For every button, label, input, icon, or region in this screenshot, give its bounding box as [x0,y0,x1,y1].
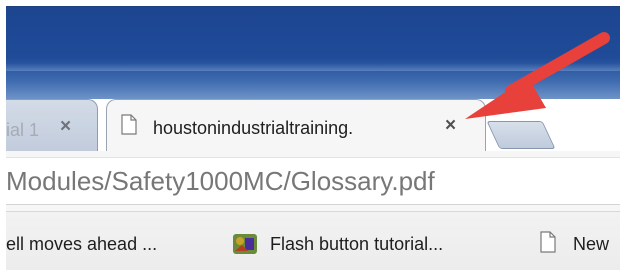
new-tab-button[interactable] [486,121,556,149]
file-icon [540,231,556,253]
tab-active-close-icon[interactable]: × [445,115,456,137]
flash-favicon-icon [233,234,257,254]
address-bar[interactable]: Modules/Safety1000MC/Glossary.pdf [6,157,620,205]
tab-active-title: houstonindustrialtraining. [153,118,354,138]
tab-active[interactable]: houstonindustrialtraining. × [106,99,486,151]
title-bar [6,7,620,99]
bookmark-item-3[interactable]: New [573,234,609,255]
bookmark-item-1[interactable]: ell moves ahead ... [6,234,157,255]
tab-inactive[interactable]: ial 1 × [6,99,98,151]
bookmark-item-2[interactable]: Flash button tutorial... [270,234,443,255]
bookmarks-bar: ell moves ahead ... Flash button tutoria… [6,211,620,270]
tab-inactive-close-icon[interactable]: × [60,116,71,138]
file-icon [121,114,137,135]
tab-inactive-title: ial 1 [6,120,40,140]
browser-window: ial 1 × houstonindustrialtraining. × Mod… [6,6,620,270]
address-bar-url: Modules/Safety1000MC/Glossary.pdf [6,166,435,196]
